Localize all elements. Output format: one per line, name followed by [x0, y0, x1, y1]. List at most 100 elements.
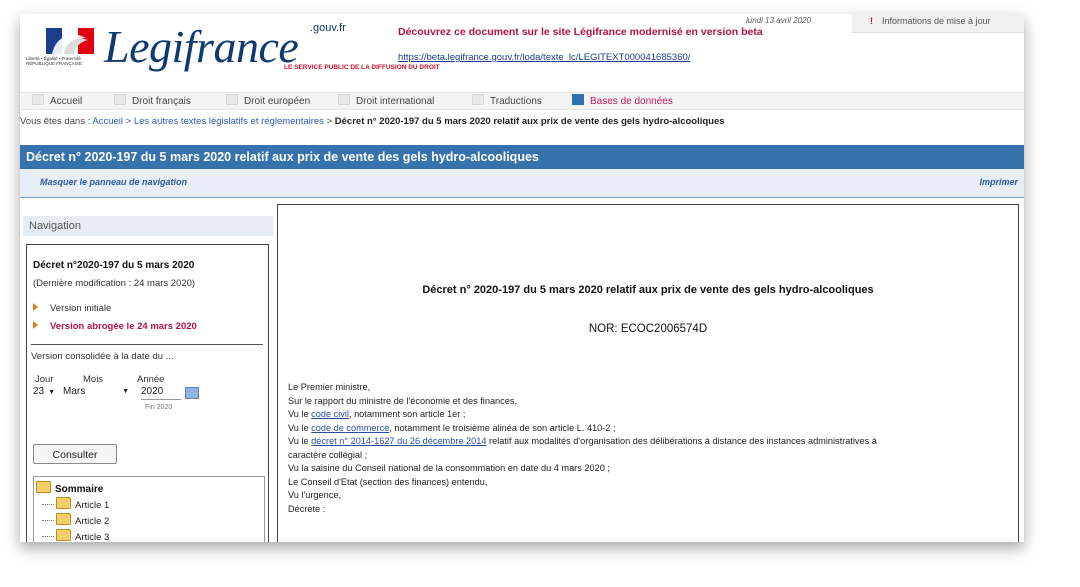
- navigation-heading: Navigation: [23, 216, 273, 236]
- page-title: Décret n° 2020-197 du 5 mars 2020 relati…: [20, 145, 1024, 169]
- version-abrogee-link[interactable]: Version abrogée le 24 mars 2020: [33, 321, 197, 332]
- marianne-logo: Liberté • Égalité • Fraternité RÉPUBLIQU…: [24, 24, 96, 74]
- tree-item-article-1[interactable]: Article 1: [42, 497, 109, 511]
- tree-connector: [42, 504, 54, 505]
- decree-name: Décret n°2020-197 du 5 mars 2020: [33, 260, 195, 271]
- chevron-down-icon: ▼: [48, 389, 56, 396]
- last-modification: (Dernière modification : 24 mars 2020): [33, 278, 196, 289]
- text-line: caractère collégial ;: [288, 449, 368, 460]
- menu-item-bases-de-donnees[interactable]: Bases de données: [572, 94, 673, 108]
- update-info-label: Informations de mise à jour: [882, 16, 991, 26]
- tree-item-article-3[interactable]: Article 3: [42, 529, 109, 542]
- text-line: Sur le rapport du ministre de l'économie…: [288, 395, 518, 406]
- text-line: Vu le décret n° 2014-1627 du 26 décembre…: [288, 435, 1014, 449]
- breadcrumb-prefix: Vous êtes dans :: [20, 116, 91, 127]
- breadcrumb-separator: >: [125, 116, 132, 127]
- text-line: Décrète :: [288, 503, 326, 514]
- menu-item-accueil[interactable]: Accueil: [32, 94, 82, 108]
- version-initiale-link[interactable]: Version initiale: [33, 303, 111, 314]
- square-icon: [472, 94, 484, 105]
- version-label: Version initiale: [50, 303, 112, 314]
- marianne-icon: [46, 28, 94, 54]
- consult-button[interactable]: Consulter: [33, 444, 117, 464]
- update-info-link[interactable]: ! Informations de mise à jour: [852, 14, 1024, 33]
- hide-navigation-link[interactable]: Masquer le panneau de navigation: [40, 177, 187, 187]
- decret-2014-link[interactable]: décret n° 2014-1627 du 26 décembre 2014: [311, 436, 486, 446]
- tree-item-article-2[interactable]: Article 2: [42, 513, 109, 527]
- summary-tree: Sommaire Article 1 Article 2 Article 3: [33, 476, 265, 542]
- folder-icon: [36, 481, 51, 493]
- text-line: Vu la saisine du Conseil national de la …: [288, 463, 610, 473]
- day-select[interactable]: 23 ▼: [33, 386, 55, 399]
- beta-promo-text: Découvrez ce document sur le site Légifr…: [398, 26, 763, 38]
- tree-item-label: Article 2: [75, 516, 110, 527]
- menu-label: Accueil: [50, 96, 83, 107]
- tree-item-label: Article 3: [75, 532, 110, 542]
- logo-text: Legifrance: [104, 21, 299, 72]
- logo-gouv-text: .gouv.fr: [310, 22, 346, 34]
- document-title: Décret n° 2020-197 du 5 mars 2020 relati…: [422, 284, 874, 296]
- main-menu: Accueil Droit français Droit européen Dr…: [20, 92, 1024, 110]
- chevron-down-icon: ▼: [122, 388, 129, 395]
- square-icon: [338, 94, 350, 105]
- text-segment: , notamment le troisième alinéa de son a…: [389, 422, 616, 433]
- text-line: Vu le code de commerce, notamment le tro…: [288, 422, 1014, 436]
- text-segment: , notamment son article 1er ;: [348, 409, 466, 419]
- republic-text: Liberté • Égalité • Fraternité RÉPUBLIQU…: [26, 56, 83, 66]
- current-date: lundi 13 avril 2020: [746, 16, 811, 25]
- breadcrumb: Vous êtes dans : Accueil > Les autres te…: [20, 116, 725, 127]
- text-line: Vu l'urgence,: [288, 490, 341, 500]
- day-label: Jour: [35, 374, 54, 385]
- logo-subtitle: LE SERVICE PUBLIC DE LA DIFFUSION DU DRO…: [284, 64, 440, 71]
- nor-number: NOR: ECOC2006574D: [588, 323, 708, 335]
- legifrance-logo[interactable]: Legifrance .gouv.fr LE SERVICE PUBLIC DE…: [104, 20, 440, 73]
- code-commerce-link[interactable]: code de commerce: [311, 423, 389, 433]
- text-line: Le Premier ministre,: [288, 382, 371, 392]
- text-line: Vu le code civil, notamment son article …: [288, 408, 1014, 422]
- calendar-icon[interactable]: [185, 387, 199, 399]
- menu-item-droit-francais[interactable]: Droit français: [114, 94, 191, 108]
- tree-root-sommaire[interactable]: Sommaire: [36, 481, 103, 495]
- text-segment: Vu le: [288, 422, 309, 433]
- navigation-panel: Décret n°2020-197 du 5 mars 2020 (Derniè…: [26, 244, 269, 542]
- divider: [31, 344, 263, 345]
- arrow-right-icon: [33, 303, 38, 311]
- menu-label: Droit international: [356, 96, 435, 107]
- day-value: 23: [33, 386, 45, 397]
- menu-label: Traductions: [490, 96, 542, 107]
- year-value: 2020: [141, 386, 164, 397]
- beta-link[interactable]: https://beta.legifrance.gouv.fr/loda/tex…: [398, 52, 690, 63]
- text-segment: Vu le: [288, 409, 309, 419]
- menu-item-droit-europeen[interactable]: Droit européen: [226, 94, 310, 108]
- menu-label: Bases de données: [590, 96, 673, 107]
- text-line: Le Conseil d'Etat (section des finances)…: [288, 476, 488, 487]
- breadcrumb-home-link[interactable]: Accueil: [92, 116, 123, 127]
- month-value: Mars: [63, 386, 86, 397]
- year-label: Année: [137, 374, 165, 385]
- menu-label: Droit français: [132, 96, 191, 107]
- month-select[interactable]: Mars ▼: [63, 386, 129, 399]
- month-label: Mois: [83, 374, 104, 385]
- tree-connector: [42, 520, 54, 521]
- breadcrumb-section-link[interactable]: Les autres textes législatifs et régleme…: [134, 116, 324, 127]
- database-icon: [572, 94, 584, 105]
- consolidated-date-label: Version consolidée à la date du ...: [31, 351, 174, 362]
- document-body: Le Premier ministre, Sur le rapport du m…: [288, 381, 1014, 516]
- menu-item-traductions[interactable]: Traductions: [472, 94, 542, 108]
- document-toolbar: Masquer le panneau de navigation Imprime…: [20, 169, 1024, 198]
- arrow-right-icon: [33, 321, 38, 329]
- square-icon: [32, 94, 44, 105]
- breadcrumb-separator: >: [326, 116, 333, 127]
- square-icon: [226, 94, 238, 105]
- folder-icon: [56, 497, 71, 509]
- year-input[interactable]: 2020: [141, 386, 181, 400]
- tree-item-label: Article 1: [75, 500, 110, 511]
- version-label: Version abrogée le 24 mars 2020: [50, 321, 197, 332]
- breadcrumb-current: Décret n° 2020-197 du 5 mars 2020 relati…: [334, 116, 725, 127]
- alert-icon: !: [870, 16, 873, 26]
- menu-item-droit-international[interactable]: Droit international: [338, 94, 434, 108]
- folder-icon: [56, 529, 71, 541]
- print-link[interactable]: Imprimer: [979, 177, 1018, 187]
- folder-icon: [56, 513, 71, 525]
- code-civil-link[interactable]: code civil: [311, 409, 349, 419]
